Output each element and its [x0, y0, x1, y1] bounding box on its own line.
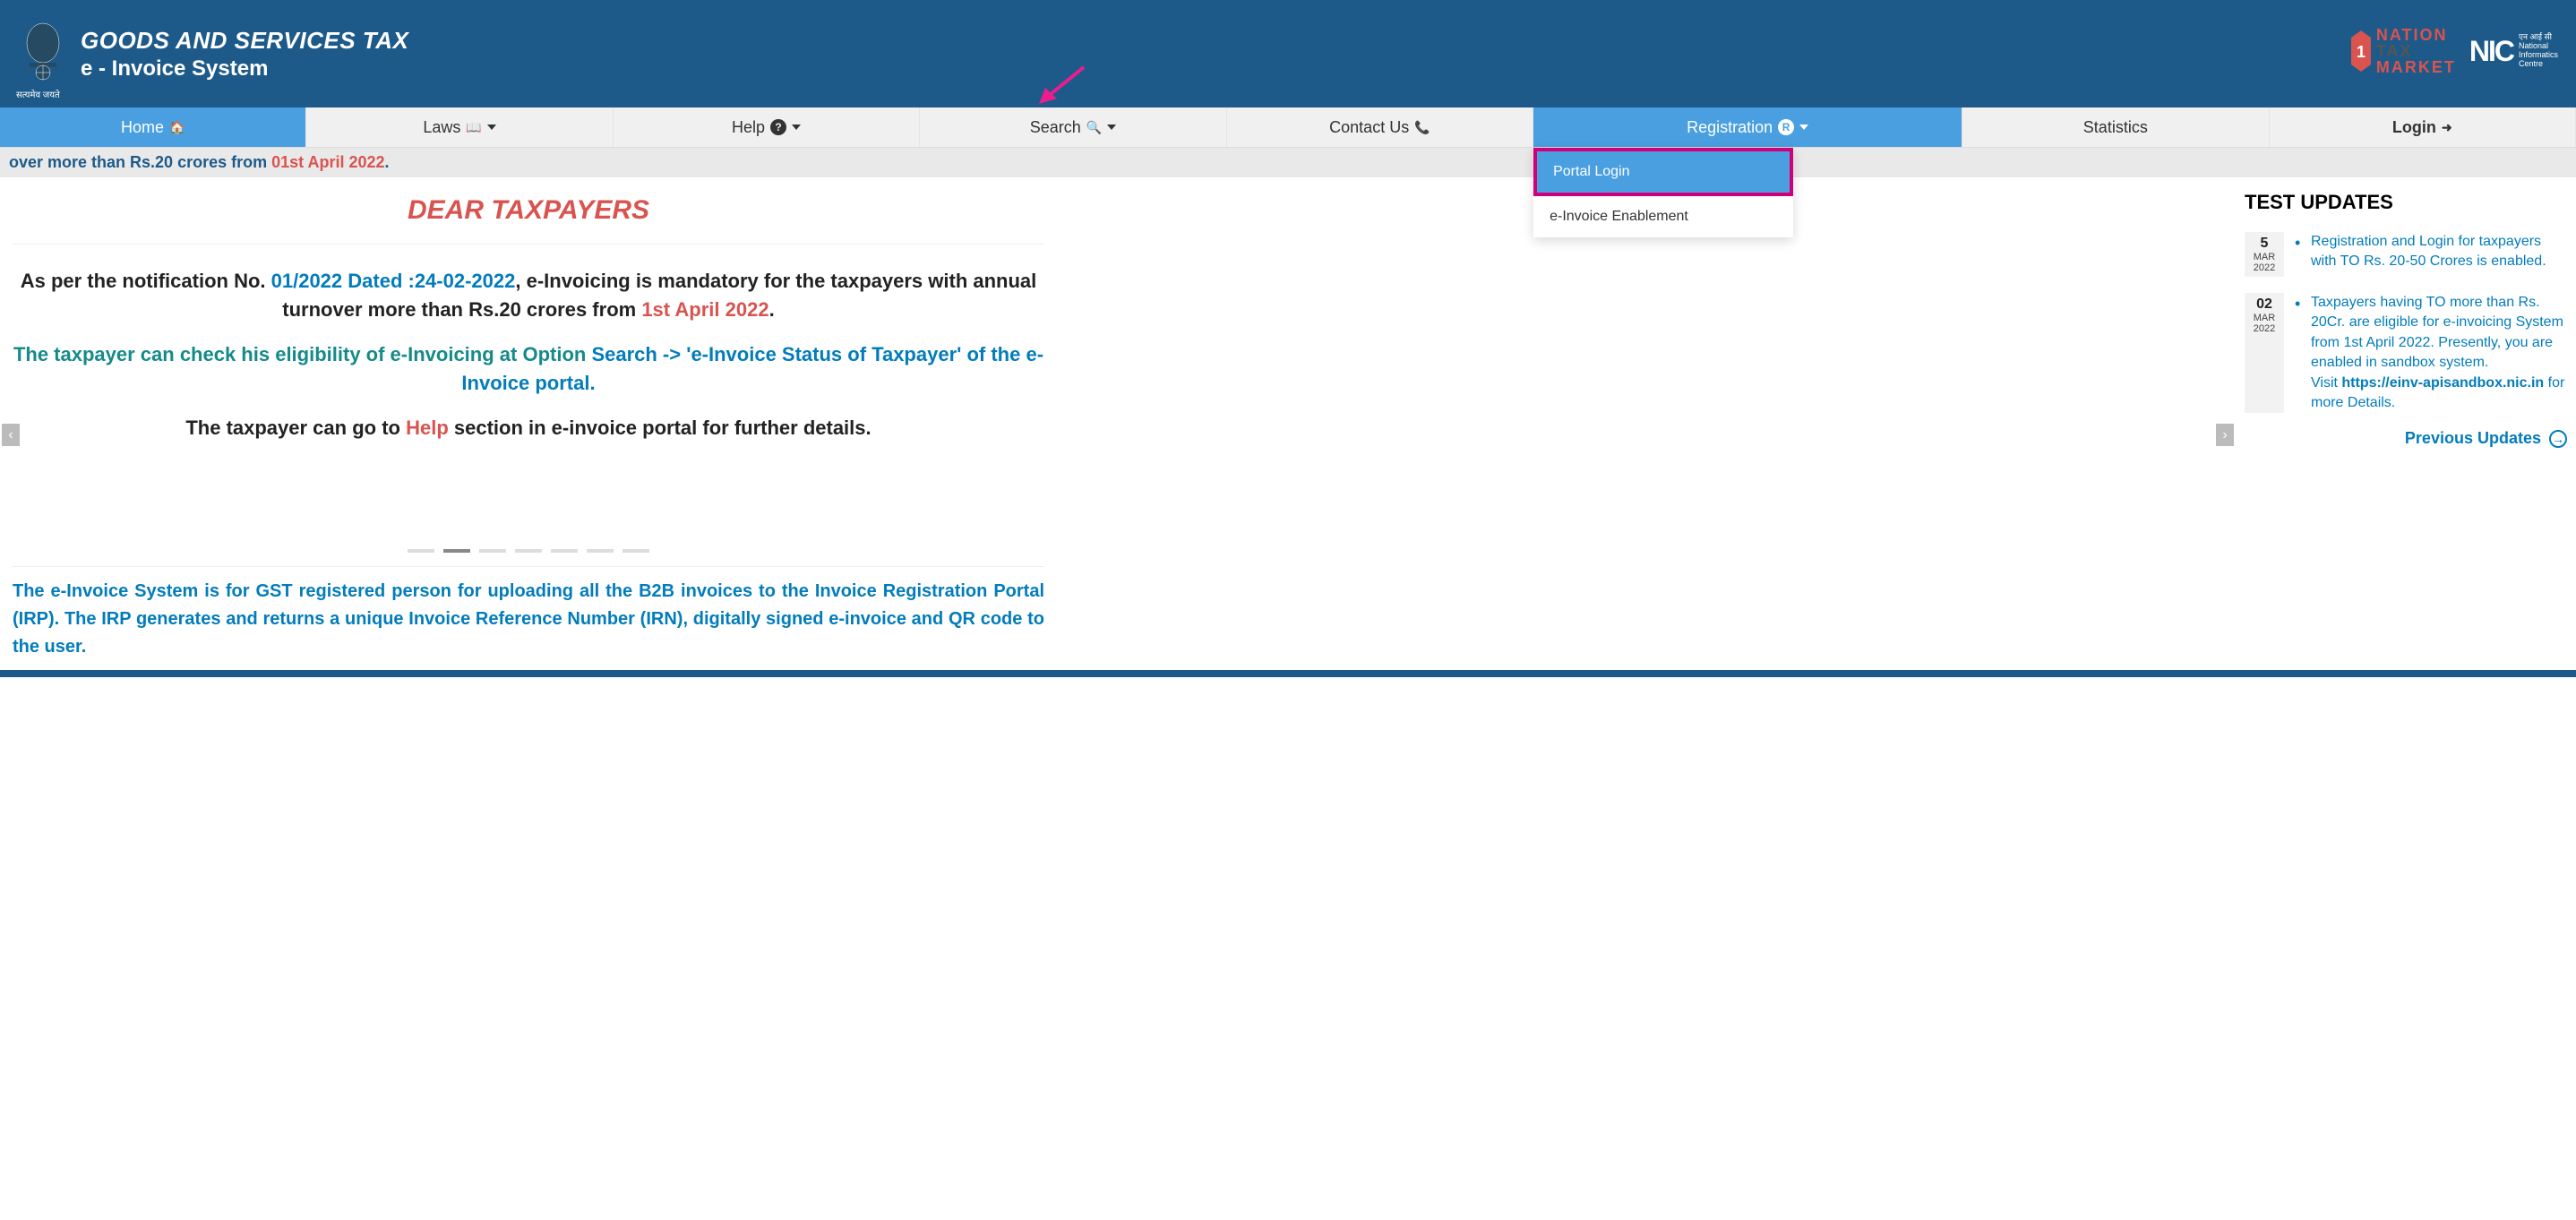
svg-text:1: 1	[2357, 43, 2366, 61]
carousel-dot[interactable]	[551, 549, 578, 553]
header: सत्यमेव जयते GOODS AND SERVICES TAX e - …	[0, 0, 2576, 107]
emblem-logo	[18, 18, 67, 90]
notification-paragraph: As per the notification No. 01/2022 Date…	[13, 267, 1044, 324]
nav-login[interactable]: Login➜	[2270, 107, 2576, 147]
sidebar-updates: TEST UPDATES 5 MAR 2022 Registration and…	[2236, 177, 2576, 670]
carousel-next-button[interactable]: ›	[2216, 424, 2234, 446]
chevron-down-icon	[487, 125, 496, 130]
satyameva-text: सत्यमेव जयते	[16, 88, 60, 100]
header-logos: 1 NATION TAX MARKET NIC एन आई सी Nationa…	[2349, 27, 2558, 75]
header-titles: GOODS AND SERVICES TAX e - Invoice Syste…	[81, 27, 408, 82]
eligibility-paragraph: The taxpayer can check his eligibility o…	[13, 340, 1044, 398]
carousel-dot[interactable]	[408, 549, 434, 553]
logo-nation-tax-market: 1 NATION TAX MARKET	[2349, 27, 2456, 75]
logo-nic: NIC एन आई सी National Informatics Centre	[2469, 33, 2558, 69]
date-badge: 02 MAR 2022	[2245, 293, 2284, 413]
nav-home[interactable]: Home🏠	[0, 107, 306, 147]
update-item: 02 MAR 2022 Taxpayers having TO more tha…	[2245, 293, 2567, 413]
navbar: Home🏠 Laws📖 Help? Search🔍 Contact Us📞 Re…	[0, 107, 2576, 148]
chevron-down-icon	[1799, 125, 1808, 130]
updates-title: TEST UPDATES	[2245, 191, 2567, 214]
header-title-2: e - Invoice System	[81, 56, 408, 82]
content: DEAR TAXPAYERS As per the notification N…	[0, 177, 1057, 670]
header-title-1: GOODS AND SERVICES TAX	[81, 27, 408, 55]
carousel-dots	[13, 549, 1044, 553]
docs-icon: 📖	[466, 120, 481, 135]
nav-search[interactable]: Search🔍	[920, 107, 1226, 147]
carousel-dot[interactable]	[623, 549, 649, 553]
nav-help[interactable]: Help?	[614, 107, 920, 147]
chevron-down-icon	[1107, 125, 1116, 130]
arrow-right-icon: →	[2549, 430, 2567, 448]
carousel-dot[interactable]	[515, 549, 542, 553]
carousel-dot[interactable]	[443, 549, 470, 553]
login-icon: ➜	[2442, 120, 2452, 135]
dropdown-einvoice-enablement[interactable]: e-Invoice Enablement	[1533, 196, 1793, 237]
chevron-down-icon	[792, 125, 801, 130]
carousel-prev-button[interactable]: ‹	[2, 424, 20, 446]
nav-laws[interactable]: Laws📖	[306, 107, 613, 147]
registration-dropdown: Portal Login e-Invoice Enablement	[1533, 148, 1793, 237]
footer-bar	[0, 670, 2576, 677]
annotation-arrow-icon	[1035, 63, 1088, 107]
carousel-dot[interactable]	[479, 549, 506, 553]
divider	[13, 244, 1044, 245]
dropdown-portal-login[interactable]: Portal Login	[1533, 148, 1793, 196]
carousel-dot[interactable]	[587, 549, 614, 553]
registered-icon: R	[1778, 119, 1794, 135]
update-link[interactable]: Registration and Login for taxpayers wit…	[2295, 232, 2567, 277]
home-icon: 🏠	[169, 120, 185, 135]
search-icon: 🔍	[1086, 120, 1102, 135]
date-badge: 5 MAR 2022	[2245, 232, 2284, 277]
info-description: The e-Invoice System is for GST register…	[13, 566, 1044, 661]
nav-contact[interactable]: Contact Us📞	[1227, 107, 1533, 147]
help-paragraph: The taxpayer can go to Help section in e…	[13, 414, 1044, 442]
question-icon: ?	[770, 119, 786, 135]
update-link[interactable]: Taxpayers having TO more than Rs. 20Cr. …	[2295, 293, 2567, 413]
previous-updates-link[interactable]: Previous Updates →	[2245, 429, 2567, 448]
dear-taxpayers-heading: DEAR TAXPAYERS	[13, 195, 1044, 226]
notification-link[interactable]: 01/2022 Dated :24-02-2022	[271, 270, 516, 292]
nav-statistics[interactable]: Statistics	[1962, 107, 2269, 147]
main-area: ‹ › DEAR TAXPAYERS As per the notificati…	[0, 177, 2576, 670]
phone-icon: 📞	[1414, 120, 1430, 135]
news-ticker: over more than Rs.20 crores from 01st Ap…	[0, 148, 2576, 177]
update-item: 5 MAR 2022 Registration and Login for ta…	[2245, 232, 2567, 277]
nav-registration[interactable]: RegistrationR Portal Login e-Invoice Ena…	[1533, 107, 1962, 147]
